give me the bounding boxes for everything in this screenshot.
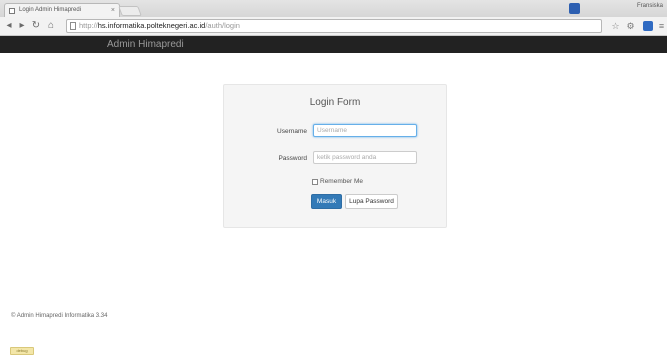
address-bar[interactable]: http://hs.informatika.polteknegeri.ac.id… bbox=[66, 19, 602, 33]
tab-title: Login Admin Himapredi bbox=[19, 7, 82, 13]
profile-label[interactable]: Fransiska bbox=[637, 3, 663, 9]
login-submit-button[interactable]: Masuk bbox=[311, 194, 342, 209]
url-path: /auth/login bbox=[205, 21, 240, 30]
page-document-icon bbox=[70, 22, 76, 30]
username-input[interactable] bbox=[313, 124, 417, 137]
url-scheme: http:// bbox=[79, 21, 98, 30]
login-form-title: Login Form bbox=[309, 97, 361, 108]
navbar-brand[interactable]: Admin Himapredi bbox=[107, 38, 184, 51]
url-host: hs.informatika.polteknegeri.ac.id bbox=[97, 21, 206, 30]
toolbar-extension-icon[interactable] bbox=[643, 21, 653, 31]
bookmark-star-icon[interactable]: ☆ bbox=[610, 21, 621, 32]
extension-icon[interactable] bbox=[569, 3, 580, 14]
browser-toolbar: ◂ ▸ ↻ ⌂ http://hs.informatika.polteknege… bbox=[0, 17, 667, 36]
site-navbar: Admin Himapredi bbox=[0, 36, 667, 53]
password-input[interactable] bbox=[313, 151, 417, 164]
footer-copyright: © Admin Himapredi Informatika 3.34 bbox=[11, 313, 108, 319]
forward-arrow-icon[interactable]: ▸ bbox=[17, 20, 27, 32]
menu-icon[interactable]: ≡ bbox=[656, 21, 667, 32]
browser-tab[interactable]: Login Admin Himapredi × bbox=[4, 3, 120, 17]
page-favicon-icon bbox=[9, 8, 15, 14]
new-tab-button[interactable] bbox=[118, 6, 142, 16]
tab-close-icon[interactable]: × bbox=[111, 4, 115, 17]
remember-me-label: Remember Me bbox=[320, 178, 363, 185]
settings-gear-icon[interactable]: ⚙ bbox=[625, 21, 636, 32]
username-label: Username bbox=[277, 128, 307, 135]
login-form-card: Login Form Username Password Remember Me… bbox=[223, 84, 447, 228]
forgot-password-button[interactable]: Lupa Password bbox=[345, 194, 398, 209]
home-icon[interactable]: ⌂ bbox=[46, 20, 56, 32]
reload-icon[interactable]: ↻ bbox=[31, 20, 41, 32]
browser-tabstrip: Login Admin Himapredi × Fransiska bbox=[0, 0, 667, 17]
debug-badge[interactable]: debug bbox=[10, 347, 34, 355]
password-label: Password bbox=[278, 155, 307, 162]
remember-me[interactable]: Remember Me bbox=[312, 178, 363, 185]
back-arrow-icon[interactable]: ◂ bbox=[4, 20, 14, 32]
remember-me-checkbox[interactable] bbox=[312, 178, 318, 185]
